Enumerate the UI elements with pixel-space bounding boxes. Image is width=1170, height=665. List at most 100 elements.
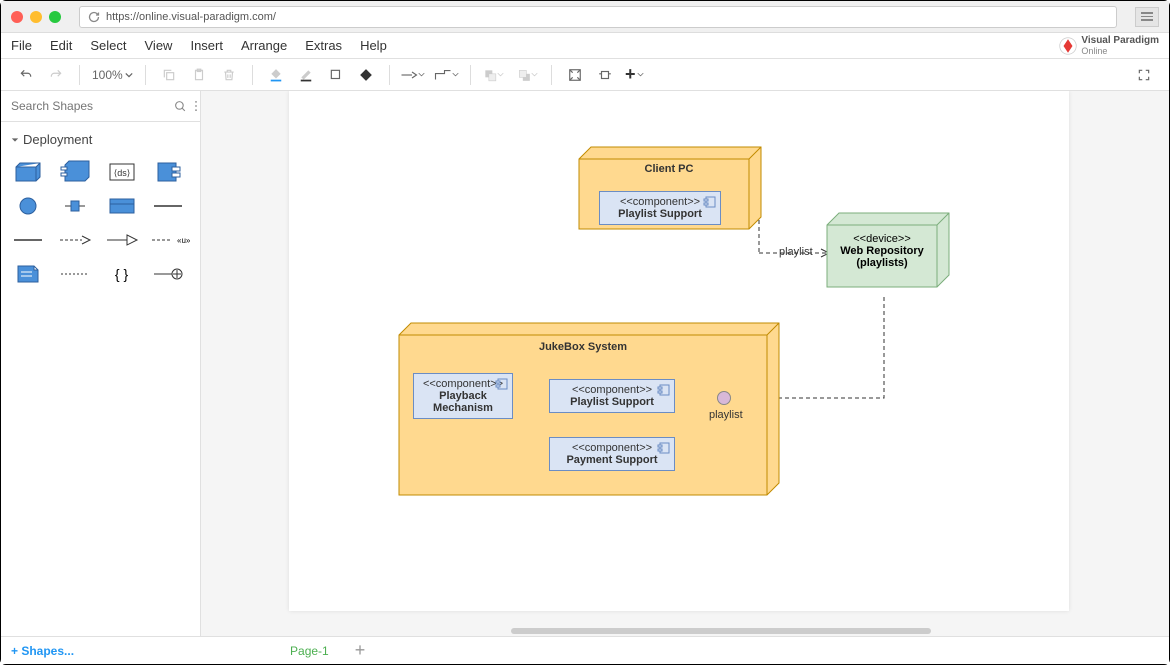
- device-name: Web Repository: [827, 245, 937, 257]
- close-window-button[interactable]: [11, 11, 23, 23]
- canvas-area[interactable]: Client PC <<component>> Playlist Support…: [201, 91, 1169, 636]
- component-stereotype: <<component>>: [422, 378, 504, 390]
- component-icon: [658, 384, 670, 396]
- shape-anchor[interactable]: [58, 261, 92, 287]
- label-playlist-2: playlist: [709, 409, 743, 421]
- autosize-button[interactable]: [594, 64, 616, 86]
- node-web-repository[interactable]: <<device>> Web Repository (playlists): [827, 225, 947, 297]
- footer: + Shapes... Page-1 +: [1, 636, 1169, 664]
- url-bar[interactable]: https://online.visual-paradigm.com/: [79, 6, 1117, 28]
- menu-help[interactable]: Help: [360, 38, 387, 53]
- shape-association2[interactable]: [11, 227, 45, 253]
- shape-interface-circle[interactable]: [11, 193, 45, 219]
- component-icon: [704, 196, 716, 208]
- add-button[interactable]: +: [624, 64, 646, 86]
- shape-artifact[interactable]: [151, 159, 185, 185]
- add-page-button[interactable]: +: [355, 640, 366, 661]
- to-front-button[interactable]: [483, 64, 505, 86]
- component-name: Playlist Support: [608, 208, 712, 220]
- chevron-down-icon: [125, 71, 133, 79]
- more-icon[interactable]: [191, 99, 201, 113]
- menu-file[interactable]: File: [11, 38, 32, 53]
- to-back-button[interactable]: [517, 64, 539, 86]
- chevron-down-icon: [418, 71, 425, 78]
- fit-button[interactable]: [564, 64, 586, 86]
- connection-button[interactable]: [402, 64, 424, 86]
- shape-association[interactable]: [151, 193, 185, 219]
- paste-button[interactable]: [188, 64, 210, 86]
- menu-insert[interactable]: Insert: [190, 38, 223, 53]
- horizontal-scrollbar[interactable]: [511, 628, 931, 634]
- menu-select[interactable]: Select: [90, 38, 126, 53]
- menu-view[interactable]: View: [145, 38, 173, 53]
- component-stereotype: <<component>>: [558, 442, 666, 454]
- zoom-value: 100%: [92, 68, 123, 82]
- page-tab[interactable]: Page-1: [274, 640, 345, 662]
- component-payment-support[interactable]: <<component>> Payment Support: [549, 437, 675, 471]
- brand-icon: [1059, 37, 1077, 55]
- title-bar: https://online.visual-paradigm.com/: [1, 1, 1169, 33]
- shape-component[interactable]: [58, 159, 92, 185]
- section-deployment[interactable]: Deployment: [1, 122, 200, 153]
- menu-extras[interactable]: Extras: [305, 38, 342, 53]
- component-playback-mechanism[interactable]: <<component>> Playback Mechanism: [413, 373, 513, 419]
- minimize-window-button[interactable]: [30, 11, 42, 23]
- node-jukebox[interactable]: JukeBox System <<component>> Playback Me…: [399, 335, 775, 505]
- node-title: JukeBox System: [399, 341, 767, 353]
- shape-constraint[interactable]: { }: [105, 261, 139, 287]
- component-name: Payment Support: [558, 454, 666, 466]
- device-stereotype: <<device>>: [827, 233, 937, 245]
- port-playlist[interactable]: [717, 391, 731, 405]
- device-detail: (playlists): [827, 257, 937, 269]
- section-label: Deployment: [23, 132, 92, 147]
- menu-icon[interactable]: [1135, 7, 1159, 27]
- shape-note[interactable]: [11, 261, 45, 287]
- fill-color-button[interactable]: [265, 64, 287, 86]
- node-title: Client PC: [579, 163, 759, 175]
- canvas[interactable]: Client PC <<component>> Playlist Support…: [289, 91, 1069, 611]
- brand-line1: Visual Paradigm: [1081, 35, 1159, 46]
- fullscreen-button[interactable]: [1133, 64, 1155, 86]
- brand: Visual Paradigm Online: [1059, 35, 1159, 56]
- chevron-down-icon: [497, 71, 504, 78]
- component-playlist-support-client[interactable]: <<component>> Playlist Support: [599, 191, 721, 225]
- label-playlist-1: playlist: [779, 246, 813, 258]
- maximize-window-button[interactable]: [49, 11, 61, 23]
- shape-node[interactable]: [11, 159, 45, 185]
- shape-instance[interactable]: [105, 193, 139, 219]
- component-name: Playlist Support: [558, 396, 666, 408]
- undo-button[interactable]: [15, 64, 37, 86]
- collapse-icon: [11, 136, 19, 144]
- toolbar: 100% +: [1, 59, 1169, 91]
- component-icon: [496, 378, 508, 390]
- shape-deployment-spec[interactable]: ⟨ds⟩: [105, 159, 139, 185]
- search-input[interactable]: [7, 95, 170, 117]
- chevron-down-icon: [531, 71, 538, 78]
- theme-button[interactable]: [355, 64, 377, 86]
- component-name: Playback Mechanism: [422, 390, 504, 414]
- node-client-pc[interactable]: Client PC <<component>> Playlist Support: [579, 159, 759, 239]
- window-controls: [11, 11, 61, 23]
- search-icon[interactable]: [174, 100, 187, 113]
- brand-line2: Online: [1081, 46, 1159, 56]
- shadow-button[interactable]: [325, 64, 347, 86]
- component-playlist-support-jukebox[interactable]: <<component>> Playlist Support: [549, 379, 675, 413]
- shape-usage[interactable]: «u»: [151, 227, 185, 253]
- waypoint-button[interactable]: [436, 64, 458, 86]
- shape-generalization[interactable]: [105, 227, 139, 253]
- shape-dependency[interactable]: [58, 227, 92, 253]
- svg-text:«u»: «u»: [177, 236, 191, 245]
- shape-port[interactable]: [58, 193, 92, 219]
- line-color-button[interactable]: [295, 64, 317, 86]
- zoom-selector[interactable]: 100%: [92, 68, 133, 82]
- redo-button[interactable]: [45, 64, 67, 86]
- sidebar: Deployment ⟨ds⟩ «u» { }: [1, 91, 201, 636]
- copy-button[interactable]: [158, 64, 180, 86]
- delete-button[interactable]: [218, 64, 240, 86]
- more-shapes-link[interactable]: + Shapes...: [11, 644, 74, 658]
- main-area: Deployment ⟨ds⟩ «u» { }: [1, 91, 1169, 636]
- menu-edit[interactable]: Edit: [50, 38, 72, 53]
- menu-arrange[interactable]: Arrange: [241, 38, 287, 53]
- shape-containment[interactable]: [151, 261, 185, 287]
- shapes-palette: ⟨ds⟩ «u» { }: [1, 153, 200, 293]
